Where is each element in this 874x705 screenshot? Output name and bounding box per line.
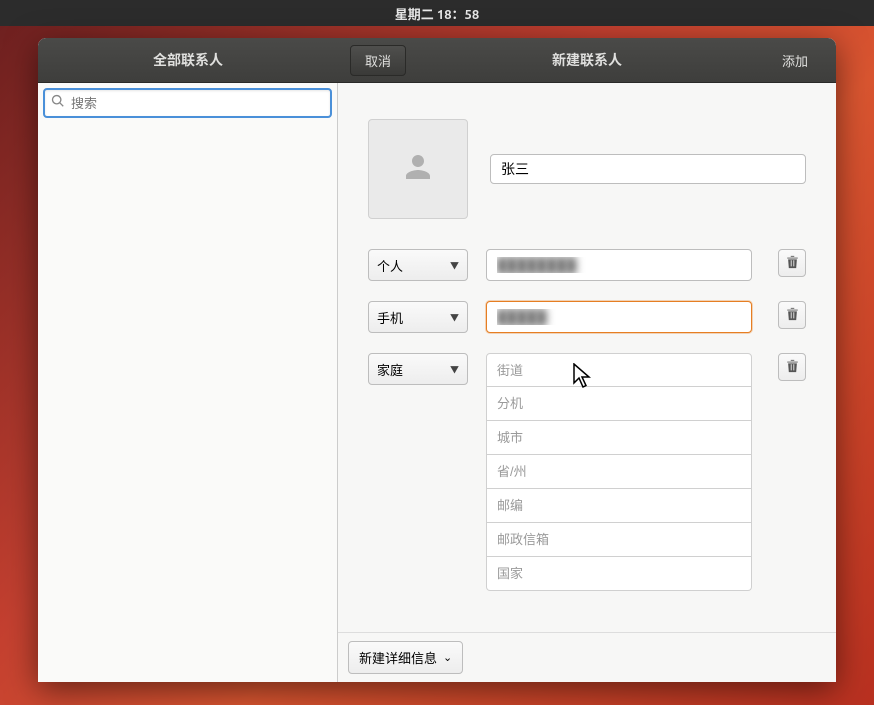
chevron-down-icon: ▼ [450,259,459,272]
country-input[interactable] [486,557,752,591]
phone-input[interactable] [486,301,752,333]
window-title: 新建联系人 [552,50,622,70]
trash-icon [786,255,799,272]
titlebar-center: 取消 新建联系人 添加 [338,45,836,76]
chevron-down-icon: ⌄ [443,651,452,664]
address-type-select[interactable]: 家庭 ▼ [368,353,468,385]
add-button[interactable]: 添加 [768,46,822,75]
phone-row: 手机 ▼ [368,301,806,333]
titlebar: 全部联系人 取消 新建联系人 添加 [38,38,836,83]
email-input[interactable] [486,249,752,281]
search-box[interactable] [44,89,331,117]
chevron-down-icon: ▼ [450,311,459,324]
zip-input[interactable] [486,489,752,523]
sidebar-title: 全部联系人 [38,50,338,70]
street-input[interactable] [486,353,752,387]
phone-type-label: 手机 [377,308,403,327]
trash-icon [786,359,799,376]
new-detail-label: 新建详细信息 [359,648,437,667]
address-type-label: 家庭 [377,360,403,379]
email-type-select[interactable]: 个人 ▼ [368,249,468,281]
name-input[interactable] [490,154,806,184]
sidebar [38,83,338,682]
trash-icon [786,307,799,324]
form-area: 个人 ▼ 手机 ▼ [338,83,836,632]
system-topbar: 星期二 18：58 [0,0,874,26]
delete-address-button[interactable] [778,353,806,381]
address-row: 家庭 ▼ [368,353,806,591]
delete-phone-button[interactable] [778,301,806,329]
cancel-button[interactable]: 取消 [350,45,406,76]
phone-type-select[interactable]: 手机 ▼ [368,301,468,333]
chevron-down-icon: ▼ [450,363,459,376]
extension-input[interactable] [486,387,752,421]
person-icon [400,149,436,189]
state-input[interactable] [486,455,752,489]
contacts-window: 全部联系人 取消 新建联系人 添加 [38,38,836,682]
pobox-input[interactable] [486,523,752,557]
address-fields [486,353,752,591]
new-detail-select[interactable]: 新建详细信息 ⌄ [348,641,463,674]
search-input[interactable] [71,96,324,111]
main-panel: 个人 ▼ 手机 ▼ [338,83,836,682]
avatar-placeholder[interactable] [368,119,468,219]
email-type-label: 个人 [377,256,403,275]
content-area: 个人 ▼ 手机 ▼ [38,83,836,682]
topbar-datetime: 星期二 18：58 [395,4,479,23]
search-icon [51,94,65,112]
bottom-bar: 新建详细信息 ⌄ [338,632,836,682]
delete-email-button[interactable] [778,249,806,277]
avatar-row [368,119,806,219]
email-row: 个人 ▼ [368,249,806,281]
city-input[interactable] [486,421,752,455]
